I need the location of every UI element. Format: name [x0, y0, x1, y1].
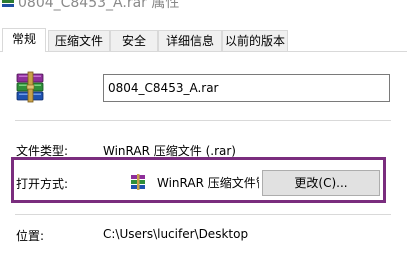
- location-value: C:\Users\lucifer\Desktop: [103, 227, 249, 241]
- location-label: 位置:: [16, 229, 45, 243]
- tab-security[interactable]: 安全: [110, 30, 158, 51]
- properties-dialog: 0804_C8453_A.rar 属性 常规 压缩文件 安全 详细信息 以前的版…: [0, 0, 407, 262]
- tab-archive[interactable]: 压缩文件: [48, 30, 110, 51]
- tab-details[interactable]: 详细信息: [158, 30, 222, 51]
- title-bar: 0804_C8453_A.rar 属性: [0, 0, 407, 14]
- open-with-app-name: WinRAR 压缩文件管理器: [157, 176, 259, 190]
- divider: [15, 214, 391, 215]
- tab-general[interactable]: 常规: [2, 28, 46, 52]
- window-title: 0804_C8453_A.rar 属性: [18, 0, 180, 11]
- tab-previous-versions[interactable]: 以前的版本: [222, 30, 288, 51]
- file-name-field[interactable]: 0804_C8453_A.rar: [103, 74, 390, 102]
- change-button[interactable]: 更改(C)...: [262, 170, 380, 196]
- tab-divider: [0, 51, 407, 52]
- winrar-app-icon: [131, 174, 145, 190]
- divider: [15, 120, 391, 121]
- winrar-title-icon: [2, 0, 14, 7]
- winrar-archive-icon: [16, 71, 44, 103]
- tab-strip: 常规 压缩文件 安全 详细信息 以前的版本: [0, 28, 407, 52]
- open-with-label: 打开方式:: [16, 177, 69, 191]
